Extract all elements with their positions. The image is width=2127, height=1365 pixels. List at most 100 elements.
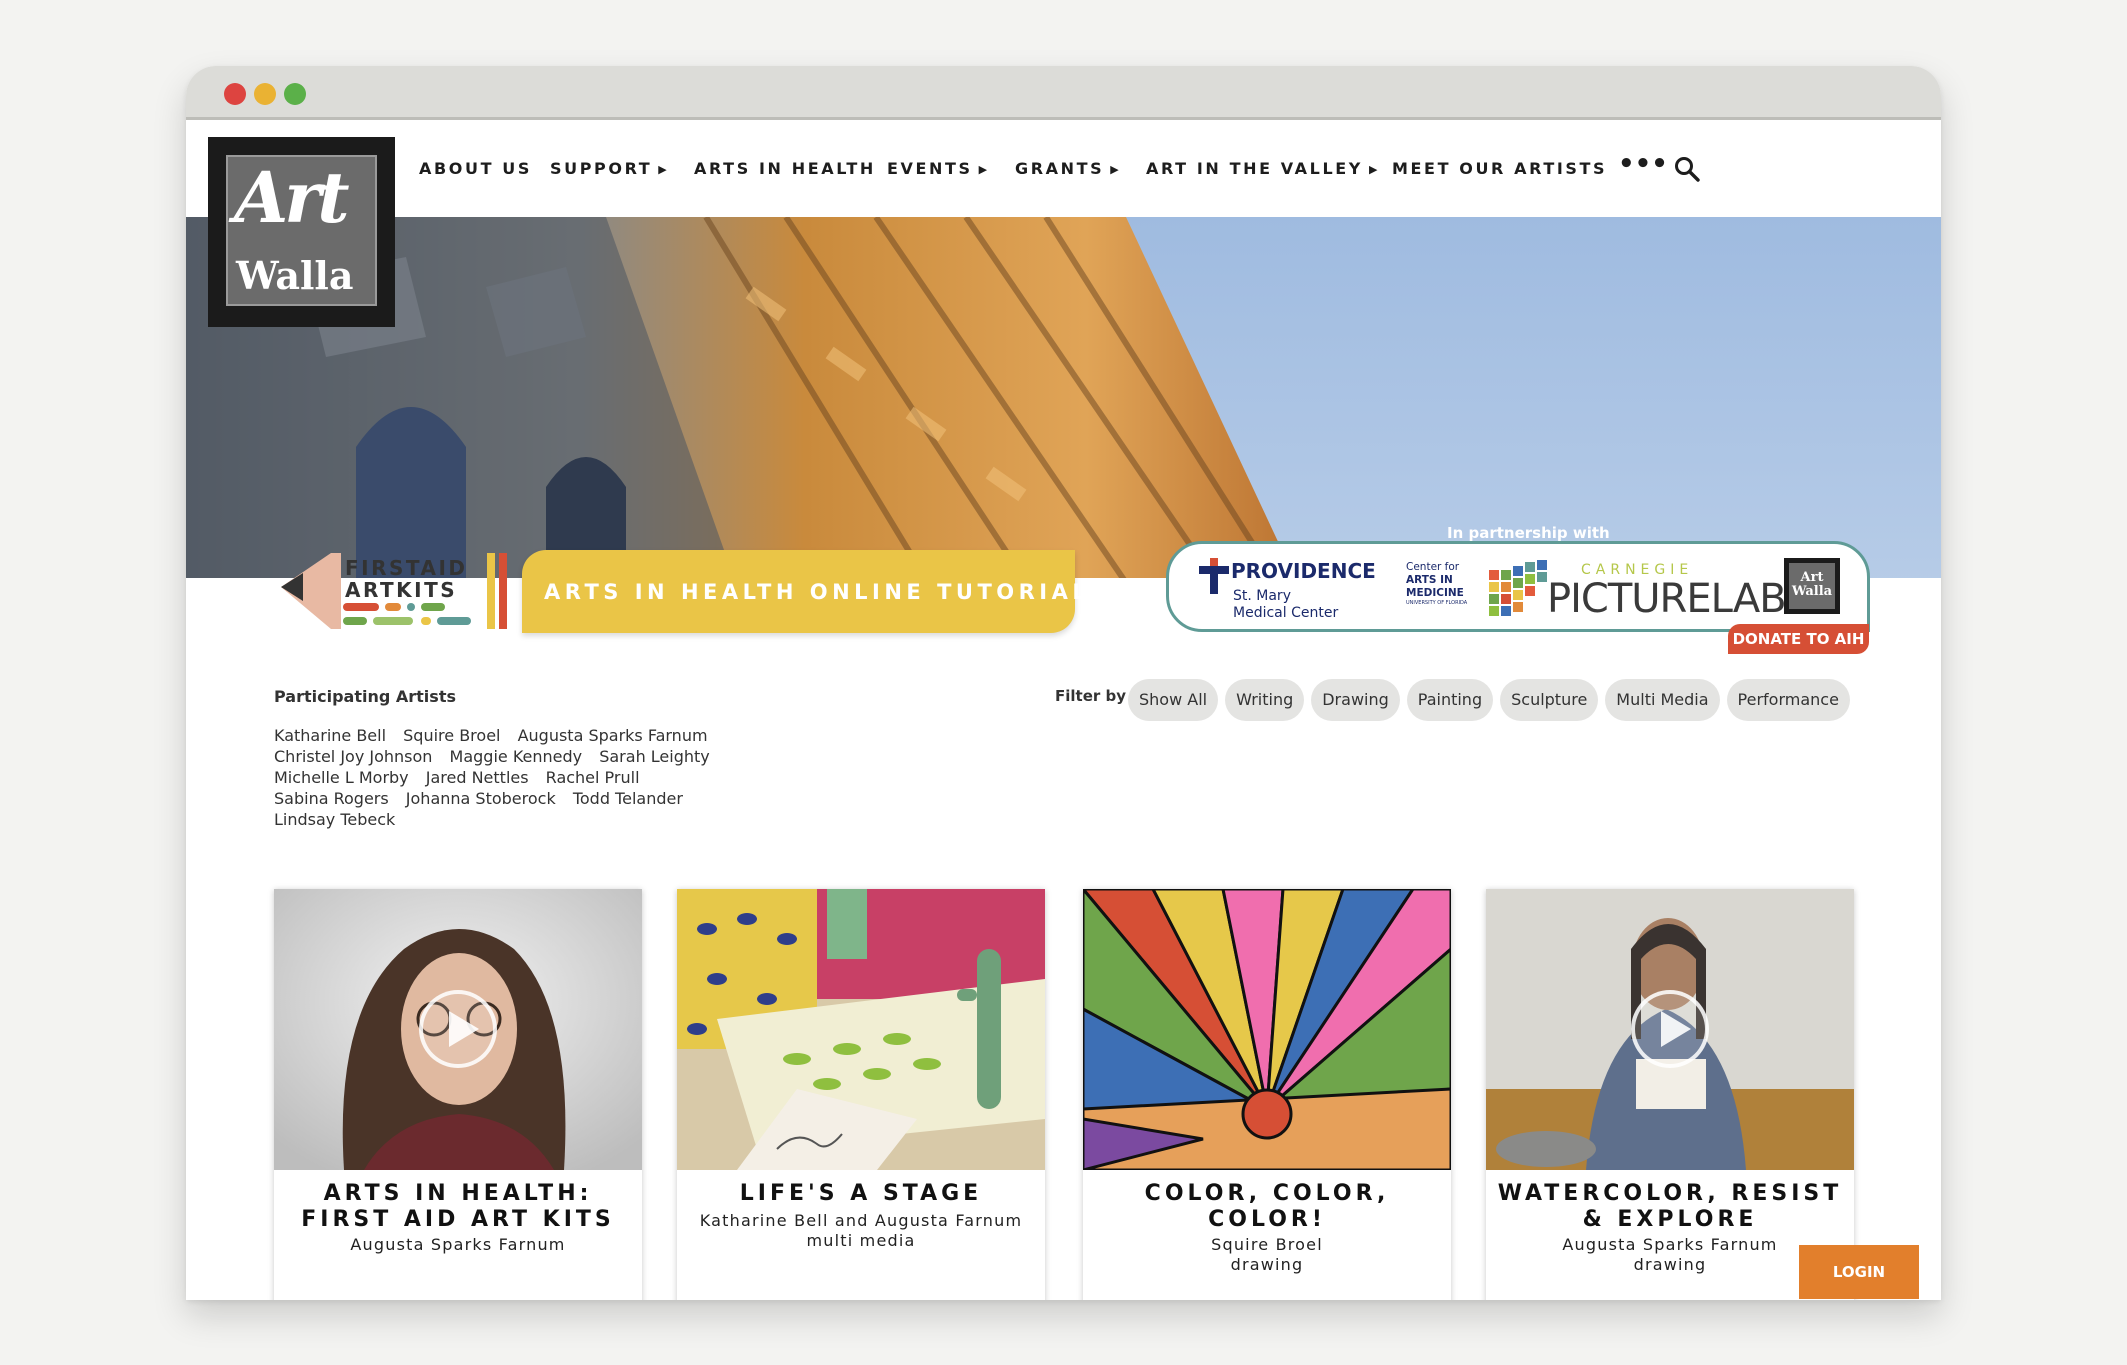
card-video-thumbnail[interactable] — [1486, 889, 1854, 1170]
tutorial-card-first-aid[interactable]: ARTS IN HEALTH: FIRST AID ART KITS Augus… — [274, 889, 642, 1300]
partners-panel: PROVIDENCE St. Mary Medical Center Cente… — [1166, 541, 1870, 632]
nav-arts-in-health[interactable]: ARTS IN HEALTH — [694, 159, 876, 178]
close-window-button[interactable] — [224, 83, 246, 105]
artwalla-logo[interactable]: Art Walla — [208, 137, 395, 327]
search-icon[interactable] — [1674, 156, 1700, 182]
nav-events-label: EVENTS — [887, 159, 973, 178]
caret-right-icon: ▶ — [978, 163, 988, 176]
tutorial-card-color[interactable]: COLOR, COLOR, COLOR! Squire Broel drawin… — [1083, 889, 1451, 1300]
cam-line3: MEDICINE — [1406, 587, 1464, 599]
cam-line4: UNIVERSITY OF FLORIDA — [1406, 600, 1468, 606]
artist-link[interactable]: Christel Joy Johnson — [274, 746, 432, 767]
card-thumbnail[interactable] — [677, 889, 1045, 1170]
pixel-grid-icon — [1489, 560, 1547, 616]
nav-support[interactable]: SUPPORT ▶ — [550, 159, 667, 178]
providence-sub1: St. Mary — [1233, 588, 1291, 604]
mini-logo-panel: Art Walla — [1789, 563, 1835, 609]
play-icon[interactable] — [1631, 990, 1709, 1068]
artist-link[interactable]: Lindsay Tebeck — [274, 809, 395, 830]
card-title-line2: FIRST AID ART KITS — [301, 1207, 615, 1232]
artist-link[interactable]: Rachel Prull — [546, 767, 640, 788]
card-medium: multi media — [806, 1231, 916, 1250]
artist-link[interactable]: Jared Nettles — [426, 767, 529, 788]
login-button[interactable]: LOGIN — [1799, 1245, 1919, 1299]
picturelab-text: PICTURELAB — [1547, 576, 1787, 622]
partnership-label: In partnership with — [1447, 524, 1610, 542]
main-navigation: ABOUT US SUPPORT ▶ ARTS IN HEALTH EVENTS ▶… — [186, 123, 1941, 217]
logo-art-text: Art — [234, 156, 350, 239]
filter-writing[interactable]: Writing — [1225, 679, 1305, 721]
filter-sculpture[interactable]: Sculpture — [1500, 679, 1599, 721]
nav-support-label: SUPPORT — [550, 159, 653, 178]
diorama-image — [677, 889, 1045, 1170]
card-thumbnail[interactable] — [1083, 889, 1451, 1170]
filter-chips: Show All Writing Drawing Painting Sculpt… — [1128, 679, 1850, 721]
artist-link[interactable]: Squire Broel — [403, 725, 500, 746]
donate-button[interactable]: DONATE TO AIH — [1728, 624, 1869, 654]
card-title: COLOR, COLOR, COLOR! — [1083, 1181, 1451, 1233]
card-title-line1: ARTS IN HEALTH: — [323, 1181, 593, 1206]
artist-link[interactable]: Michelle L Morby — [274, 767, 409, 788]
cross-icon — [1199, 558, 1229, 594]
nav-art-in-the-valley[interactable]: ART IN THE VALLEY ▶ — [1146, 159, 1377, 178]
artist-list: Katharine Bell Squire Broel Augusta Spar… — [274, 725, 754, 830]
filter-multi-media[interactable]: Multi Media — [1605, 679, 1720, 721]
artist-link[interactable]: Augusta Sparks Farnum — [518, 725, 708, 746]
more-menu-icon[interactable]: ••• — [1618, 149, 1668, 179]
tutorials-banner: ARTS IN HEALTH ONLINE TUTORIALS — [522, 550, 1105, 633]
participating-artists-title: Participating Artists — [274, 687, 456, 706]
artist-link[interactable]: Sabina Rogers — [274, 788, 389, 809]
nav-grants-label: GRANTS — [1015, 159, 1105, 178]
art-kits-line: ARTKITS — [345, 578, 458, 602]
filter-show-all[interactable]: Show All — [1128, 679, 1219, 721]
mini-logo-art: Art — [1800, 570, 1824, 585]
caret-right-icon: ▶ — [658, 163, 667, 176]
maximize-window-button[interactable] — [284, 83, 306, 105]
caret-right-icon: ▶ — [1368, 163, 1378, 176]
card-medium: drawing — [1230, 1255, 1304, 1274]
window-titlebar — [186, 66, 1941, 120]
picturelab-logo: CARNEGIE PICTURELAB — [1489, 558, 1787, 622]
providence-sub2: Medical Center — [1233, 605, 1339, 621]
card-title: WATERCOLOR, RESIST & EXPLORE — [1486, 1181, 1854, 1233]
mini-logo-walla: Walla — [1791, 584, 1833, 599]
web-page: ABOUT US SUPPORT ▶ ARTS IN HEALTH EVENTS ▶… — [186, 123, 1941, 1300]
providence-subtitle: St. Mary Medical Center — [1233, 588, 1338, 622]
minimize-window-button[interactable] — [254, 83, 276, 105]
caret-right-icon: ▶ — [1110, 163, 1119, 176]
colorful-drawing-image — [1083, 889, 1451, 1170]
artist-link[interactable]: Johanna Stoberock — [406, 788, 556, 809]
card-video-thumbnail[interactable] — [274, 889, 642, 1170]
card-title: ARTS IN HEALTH: FIRST AID ART KITS — [274, 1181, 642, 1233]
nav-about-us[interactable]: ABOUT US — [419, 159, 532, 178]
browser-window: ABOUT US SUPPORT ▶ ARTS IN HEALTH EVENTS ▶… — [186, 66, 1941, 1300]
artist-link[interactable]: Maggie Kennedy — [450, 746, 583, 767]
tutorial-card-watercolor[interactable]: WATERCOLOR, RESIST & EXPLORE Augusta Spa… — [1486, 889, 1854, 1300]
artist-link[interactable]: Sarah Leighty — [599, 746, 710, 767]
tutorial-card-lifes-a-stage[interactable]: LIFE'S A STAGE Katharine Bell and August… — [677, 889, 1045, 1300]
logo-walla-text: Walla — [236, 253, 354, 298]
filter-performance[interactable]: Performance — [1726, 679, 1850, 721]
cam-line1: Center for — [1406, 561, 1460, 573]
card-title-line1: LIFE'S A STAGE — [739, 1181, 983, 1206]
card-title-line2: & EXPLORE — [1582, 1207, 1758, 1232]
providence-logo-text: PROVIDENCE — [1231, 559, 1376, 583]
card-title-line2: COLOR! — [1208, 1207, 1326, 1232]
play-icon[interactable] — [419, 990, 497, 1068]
nav-grants[interactable]: GRANTS ▶ — [1015, 159, 1119, 178]
nav-art-in-valley-label: ART IN THE VALLEY — [1146, 159, 1363, 178]
cam-line2: ARTS IN — [1406, 574, 1453, 586]
filter-painting[interactable]: Painting — [1406, 679, 1494, 721]
card-title-line1: COLOR, COLOR, — [1144, 1181, 1390, 1206]
artist-link[interactable]: Todd Telander — [573, 788, 683, 809]
card-artist: Augusta Sparks Farnum — [350, 1235, 566, 1254]
nav-events[interactable]: EVENTS ▶ — [887, 159, 987, 178]
card-title-line1: WATERCOLOR, RESIST — [1497, 1181, 1843, 1206]
nav-meet-our-artists[interactable]: MEET OUR ARTISTS — [1392, 159, 1607, 178]
artist-link[interactable]: Katharine Bell — [274, 725, 386, 746]
first-aid-line: FIRSTAID — [345, 556, 468, 580]
first-aid-wordmark: FIRSTAID ARTKITS — [345, 557, 468, 601]
filter-label: Filter by — [1055, 687, 1127, 705]
logo-panel: Art Walla — [226, 155, 377, 306]
filter-drawing[interactable]: Drawing — [1311, 679, 1400, 721]
